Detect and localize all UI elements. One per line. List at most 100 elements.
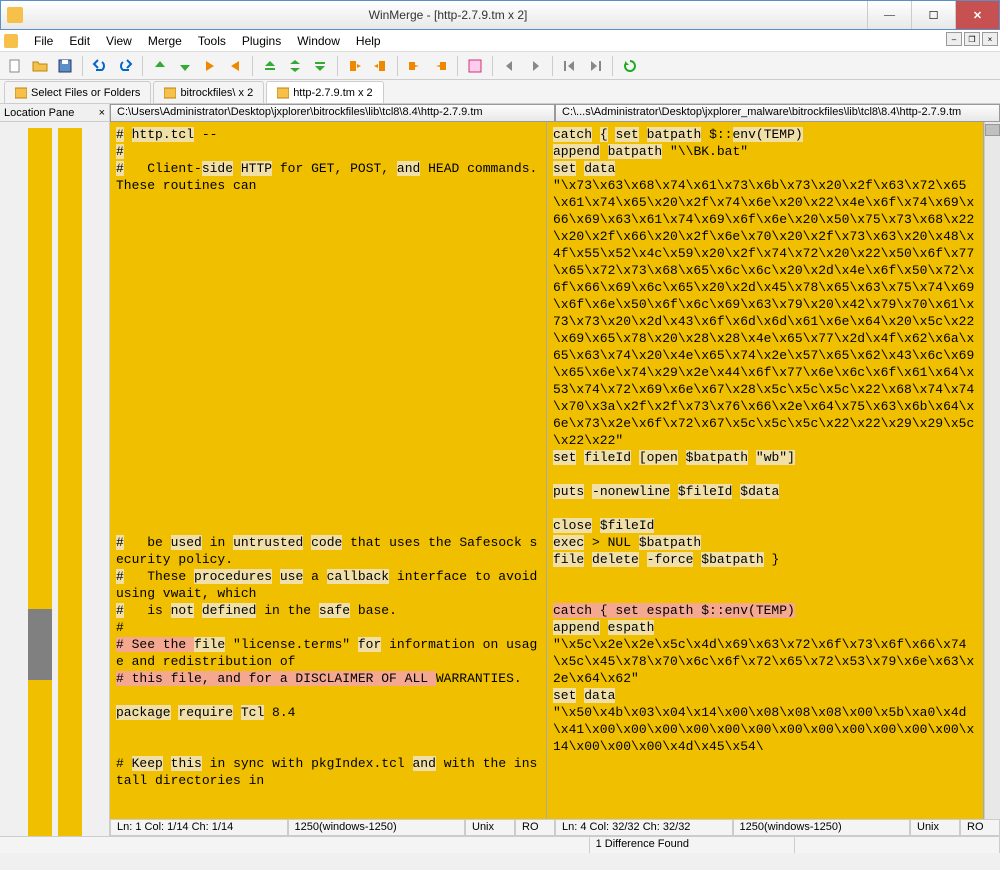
file-tab-label: http-2.7.9.tm x 2 bbox=[293, 87, 372, 99]
code-segment: $fileId bbox=[678, 484, 733, 499]
diff-summary: 1 Difference Found bbox=[590, 837, 795, 853]
code-segment: close bbox=[553, 518, 592, 533]
app-icon-small bbox=[4, 34, 18, 48]
copy-right-adv-button[interactable] bbox=[404, 55, 426, 77]
code-segment: file bbox=[553, 552, 584, 567]
left-path: C:\Users\Administrator\Desktop\jxplorer\… bbox=[110, 104, 555, 122]
code-segment: data bbox=[584, 161, 615, 176]
location-pane-title: Location Pane bbox=[4, 107, 74, 119]
file-tab[interactable]: bitrockfiles\ x 2 bbox=[153, 81, 264, 103]
code-segment bbox=[600, 620, 608, 635]
save-button[interactable] bbox=[54, 55, 76, 77]
menu-merge[interactable]: Merge bbox=[140, 34, 190, 48]
undo-button[interactable] bbox=[89, 55, 111, 77]
mdi-restore-button[interactable]: ❐ bbox=[964, 32, 980, 46]
location-pane-close-icon[interactable]: × bbox=[99, 107, 105, 119]
location-pane: Location Pane × bbox=[0, 104, 110, 836]
code-segment: http.tcl bbox=[132, 127, 194, 142]
code-segment: $batpath bbox=[639, 535, 701, 550]
code-segment: package bbox=[116, 705, 171, 720]
diff-left-button[interactable] bbox=[224, 55, 246, 77]
location-strip-right[interactable] bbox=[58, 128, 82, 836]
code-segment bbox=[303, 535, 311, 550]
code-segment bbox=[748, 450, 756, 465]
code-segment: callback bbox=[327, 569, 389, 584]
diff-down-button[interactable] bbox=[174, 55, 196, 77]
code-segment: [open bbox=[639, 450, 678, 465]
maximize-button[interactable]: ☐ bbox=[911, 1, 955, 29]
code-segment: } bbox=[764, 552, 780, 567]
open-button[interactable] bbox=[29, 55, 51, 77]
code-segment: Tcl bbox=[241, 705, 264, 720]
code-segment: # bbox=[116, 535, 124, 550]
right-status-mode: RO bbox=[960, 819, 1000, 836]
copy-right-button[interactable] bbox=[344, 55, 366, 77]
code-segment: Client- bbox=[124, 161, 202, 176]
code-segment bbox=[124, 127, 132, 142]
code-segment: $batpath bbox=[686, 450, 748, 465]
code-segment: "\x50\x4b\x03\x04\x14\x00\x08\x08\x08\x0… bbox=[553, 705, 974, 754]
code-segment: "wb"] bbox=[756, 450, 795, 465]
copy-left-adv-button[interactable] bbox=[429, 55, 451, 77]
prev-page-button[interactable] bbox=[559, 55, 581, 77]
code-segment: this bbox=[171, 756, 202, 771]
code-segment: be bbox=[124, 535, 171, 550]
next-file-button[interactable] bbox=[524, 55, 546, 77]
redo-button[interactable] bbox=[114, 55, 136, 77]
menu-help[interactable]: Help bbox=[348, 34, 389, 48]
right-status-eol: Unix bbox=[910, 819, 960, 836]
left-diff-pane[interactable]: # http.tcl -- # # Client-side HTTP for G… bbox=[110, 122, 547, 819]
copy-left-button[interactable] bbox=[369, 55, 391, 77]
code-segment: "\\BK.bat" bbox=[662, 144, 748, 159]
new-button[interactable] bbox=[4, 55, 26, 77]
file-tab[interactable]: http-2.7.9.tm x 2 bbox=[266, 81, 383, 103]
code-segment: HTTP bbox=[241, 161, 272, 176]
menu-view[interactable]: View bbox=[98, 34, 140, 48]
diff-up-button[interactable] bbox=[149, 55, 171, 77]
code-segment: -- bbox=[194, 127, 217, 142]
menu-tools[interactable]: Tools bbox=[190, 34, 234, 48]
code-segment bbox=[639, 552, 647, 567]
vertical-scrollbar[interactable] bbox=[984, 122, 1000, 819]
code-segment bbox=[233, 161, 241, 176]
code-segment: for GET, POST, bbox=[272, 161, 397, 176]
file-tab[interactable]: Select Files or Folders bbox=[4, 81, 151, 103]
minimize-button[interactable]: — bbox=[867, 1, 911, 29]
menu-file[interactable]: File bbox=[26, 34, 61, 48]
location-strip-left[interactable] bbox=[28, 128, 52, 836]
code-segment: untrusted bbox=[233, 535, 303, 550]
refresh-button[interactable] bbox=[619, 55, 641, 77]
code-segment: batpath bbox=[647, 127, 702, 142]
code-segment: env(TEMP) bbox=[733, 127, 803, 142]
last-diff-button[interactable] bbox=[309, 55, 331, 77]
code-segment: side bbox=[202, 161, 233, 176]
close-button[interactable]: ✕ bbox=[955, 1, 999, 29]
code-segment: # this file, and for a DISCLAIMER OF ALL bbox=[116, 671, 436, 686]
code-segment: { bbox=[600, 127, 608, 142]
code-segment bbox=[600, 144, 608, 159]
menu-plugins[interactable]: Plugins bbox=[234, 34, 289, 48]
code-segment: defined bbox=[202, 603, 257, 618]
mdi-close-button[interactable]: × bbox=[982, 32, 998, 46]
next-page-button[interactable] bbox=[584, 55, 606, 77]
code-segment: puts bbox=[553, 484, 584, 499]
menu-window[interactable]: Window bbox=[289, 34, 348, 48]
first-diff-button[interactable] bbox=[259, 55, 281, 77]
diff-right-button[interactable] bbox=[199, 55, 221, 77]
code-segment bbox=[670, 484, 678, 499]
code-segment: use bbox=[280, 569, 303, 584]
code-segment: safe bbox=[319, 603, 350, 618]
code-segment: used bbox=[171, 535, 202, 550]
menu-edit[interactable]: Edit bbox=[61, 34, 98, 48]
all-right-button[interactable] bbox=[464, 55, 486, 77]
mdi-minimize-button[interactable]: – bbox=[946, 32, 962, 46]
left-status-enc: 1250(windows-1250) bbox=[288, 819, 466, 836]
code-segment: "\x5c\x2e\x2e\x5c\x4d\x69\x63\x72\x6f\x7… bbox=[553, 637, 974, 686]
curr-diff-button[interactable] bbox=[284, 55, 306, 77]
code-segment: delete bbox=[592, 552, 639, 567]
code-segment: $batpath bbox=[701, 552, 763, 567]
right-diff-pane[interactable]: catch { set batpath $::env(TEMP) append … bbox=[547, 122, 984, 819]
code-segment bbox=[194, 603, 202, 618]
prev-file-button[interactable] bbox=[499, 55, 521, 77]
file-pair-icon bbox=[277, 87, 289, 99]
